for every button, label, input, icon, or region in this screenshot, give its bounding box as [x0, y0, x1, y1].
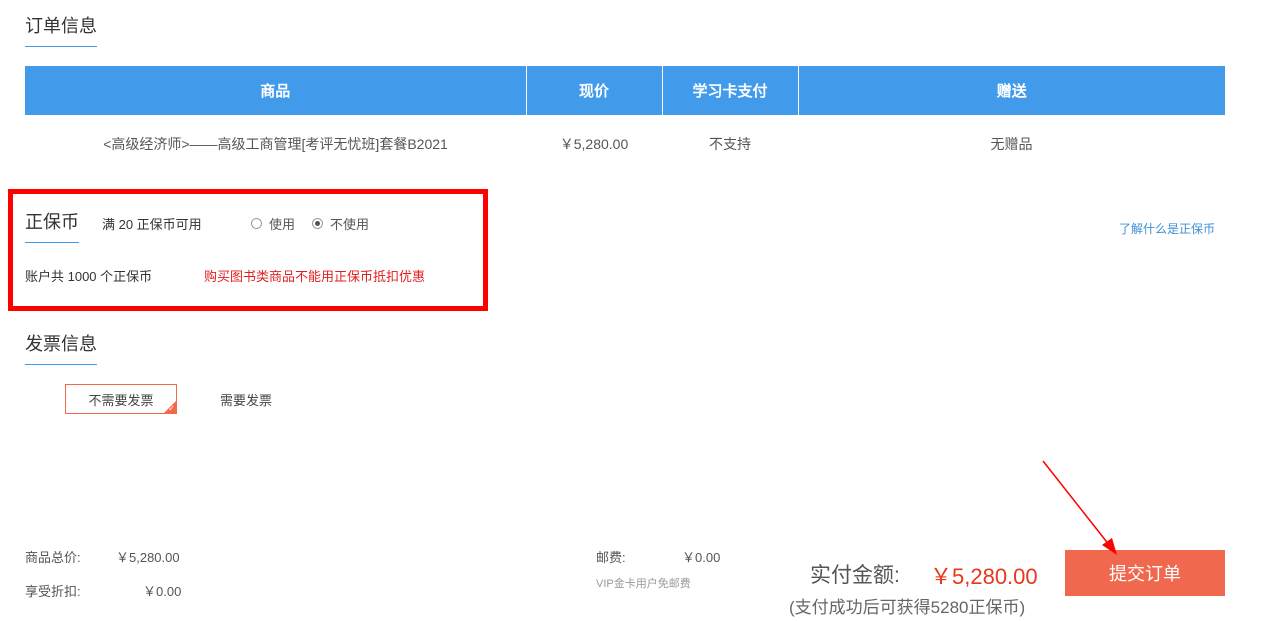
coin-title: 正保币 [25, 211, 79, 243]
no-invoice-option[interactable]: 不需要发票 ✓ [65, 384, 177, 414]
table-row: <高级经济师>——高级工商管理[考评无忧班]套餐B2021 ￥5,280.00 … [25, 115, 1225, 172]
goods-total-value: ￥5,280.00 [116, 550, 180, 565]
radio-on-icon [312, 218, 323, 229]
header-price: 现价 [526, 66, 663, 115]
earn-coin-note: (支付成功后可获得5280正保币) [789, 598, 1026, 617]
coin-use-radio[interactable]: 使用 [251, 214, 295, 233]
goods-total-label: 商品总价: [25, 550, 81, 565]
pay-amount-value: ￥5,280.00 [930, 564, 1038, 589]
order-table: 商品 现价 学习卡支付 赠送 <高级经济师>——高级工商管理[考评无忧班]套餐B… [25, 66, 1225, 172]
coin-balance-text: 账户共 1000 个正保币 [25, 269, 153, 284]
header-card-pay: 学习卡支付 [662, 66, 799, 115]
product-name: <高级经济师>——高级工商管理[考评无忧班]套餐B2021 [103, 135, 448, 152]
coin-warning-text: 购买图书类商品不能用正保币抵扣优惠 [204, 269, 426, 284]
card-pay-status: 不支持 [709, 135, 751, 152]
order-info-title: 订单信息 [25, 15, 97, 47]
gift-status: 无赠品 [990, 135, 1033, 152]
need-invoice-label: 需要发票 [219, 392, 272, 408]
arrow-line [1042, 460, 1111, 547]
invoice-title: 发票信息 [25, 333, 97, 365]
pay-amount-label: 实付金额: [810, 564, 900, 587]
radio-off-icon [251, 218, 262, 229]
learn-coin-link[interactable]: 了解什么是正保币 [1119, 220, 1215, 237]
check-icon: ✓ [168, 404, 175, 413]
vip-shipping-note: VIP金卡用户免邮费 [596, 578, 691, 590]
coin-use-label: 使用 [269, 217, 296, 232]
coin-available-text: 满 20 正保币可用 [102, 217, 202, 232]
header-gift: 赠送 [798, 66, 1225, 115]
shipping-label: 邮费: [596, 550, 626, 565]
no-invoice-label: 不需要发票 [88, 392, 154, 408]
coin-not-use-radio[interactable]: 不使用 [312, 214, 369, 233]
need-invoice-option[interactable]: 需要发票 [205, 384, 287, 414]
discount-label: 享受折扣: [25, 584, 81, 599]
highlight-frame [8, 189, 488, 311]
discount-value: ￥0.00 [143, 584, 182, 599]
header-product: 商品 [25, 66, 527, 115]
coin-not-use-label: 不使用 [330, 217, 370, 232]
product-price: ￥5,280.00 [559, 135, 629, 152]
submit-order-button[interactable]: 提交订单 [1065, 550, 1225, 596]
order-table-header: 商品 现价 学习卡支付 赠送 [25, 66, 1225, 115]
shipping-value: ￥0.00 [682, 550, 721, 565]
